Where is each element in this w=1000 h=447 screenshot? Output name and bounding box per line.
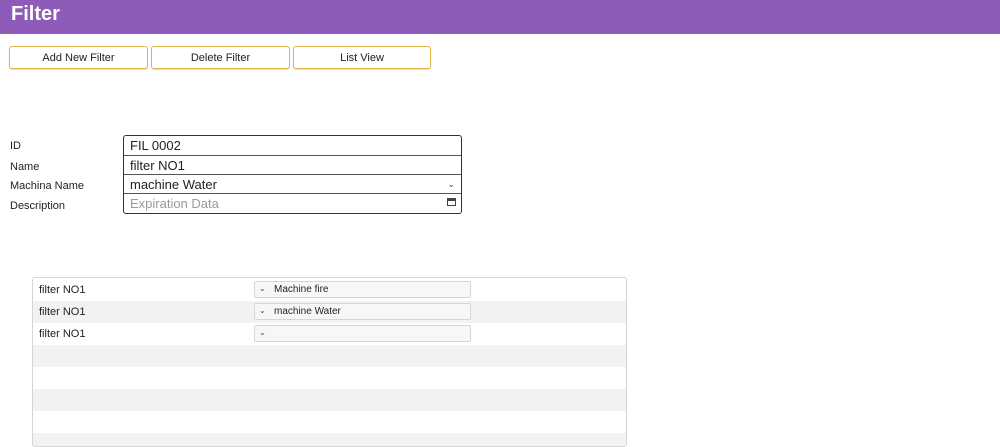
id-label: ID [10,140,21,152]
add-new-filter-button[interactable]: Add New Filter [9,46,148,69]
machine-select[interactable]: ⌄ machine Water [254,303,471,320]
machine-name-select[interactable]: machine Water ⌄ [124,174,461,193]
calendar-icon[interactable] [447,198,456,206]
description-field[interactable]: Expiration Data [124,193,461,213]
name-field-value: filter NO1 [130,157,185,173]
list-view-button[interactable]: List View [293,46,431,69]
filter-form: FIL 0002 filter NO1 machine Water ⌄ Expi… [123,135,462,214]
empty-row [33,411,626,433]
table-row[interactable]: filter NO1 ⌄ machine Water [33,301,626,323]
row-name: filter NO1 [39,306,86,318]
header-bar: Filter [0,0,1000,34]
empty-row [33,389,626,411]
machine-select[interactable]: ⌄ Machine fire [254,281,471,298]
empty-row [33,345,626,367]
table-row[interactable]: filter NO1 ⌄ [33,323,626,345]
chevron-down-icon[interactable]: ⌄ [447,179,455,190]
machine-select[interactable]: ⌄ [254,325,471,342]
id-field[interactable]: FIL 0002 [124,136,461,155]
chevron-down-icon: ⌄ [259,284,266,293]
filter-grid: filter NO1 ⌄ Machine fire filter NO1 ⌄ m… [32,277,627,447]
machine-select-value: machine Water [274,306,341,317]
machine-name-label: Machina Name [10,180,84,192]
description-placeholder: Expiration Data [130,196,219,211]
machine-select-value: Machine fire [274,284,329,295]
machine-name-value: machine Water [130,176,217,192]
delete-filter-button[interactable]: Delete Filter [151,46,290,69]
empty-row [33,367,626,389]
description-label: Description [10,200,66,212]
table-row[interactable]: filter NO1 ⌄ Machine fire [33,279,626,301]
name-field[interactable]: filter NO1 [124,155,461,174]
id-field-value: FIL 0002 [130,138,181,153]
row-name: filter NO1 [39,328,86,340]
page-title: Filter [11,3,60,25]
chevron-down-icon: ⌄ [259,306,266,315]
chevron-down-icon: ⌄ [259,328,266,337]
row-name: filter NO1 [39,284,86,296]
empty-row [33,433,626,446]
name-label: Name [10,161,40,173]
